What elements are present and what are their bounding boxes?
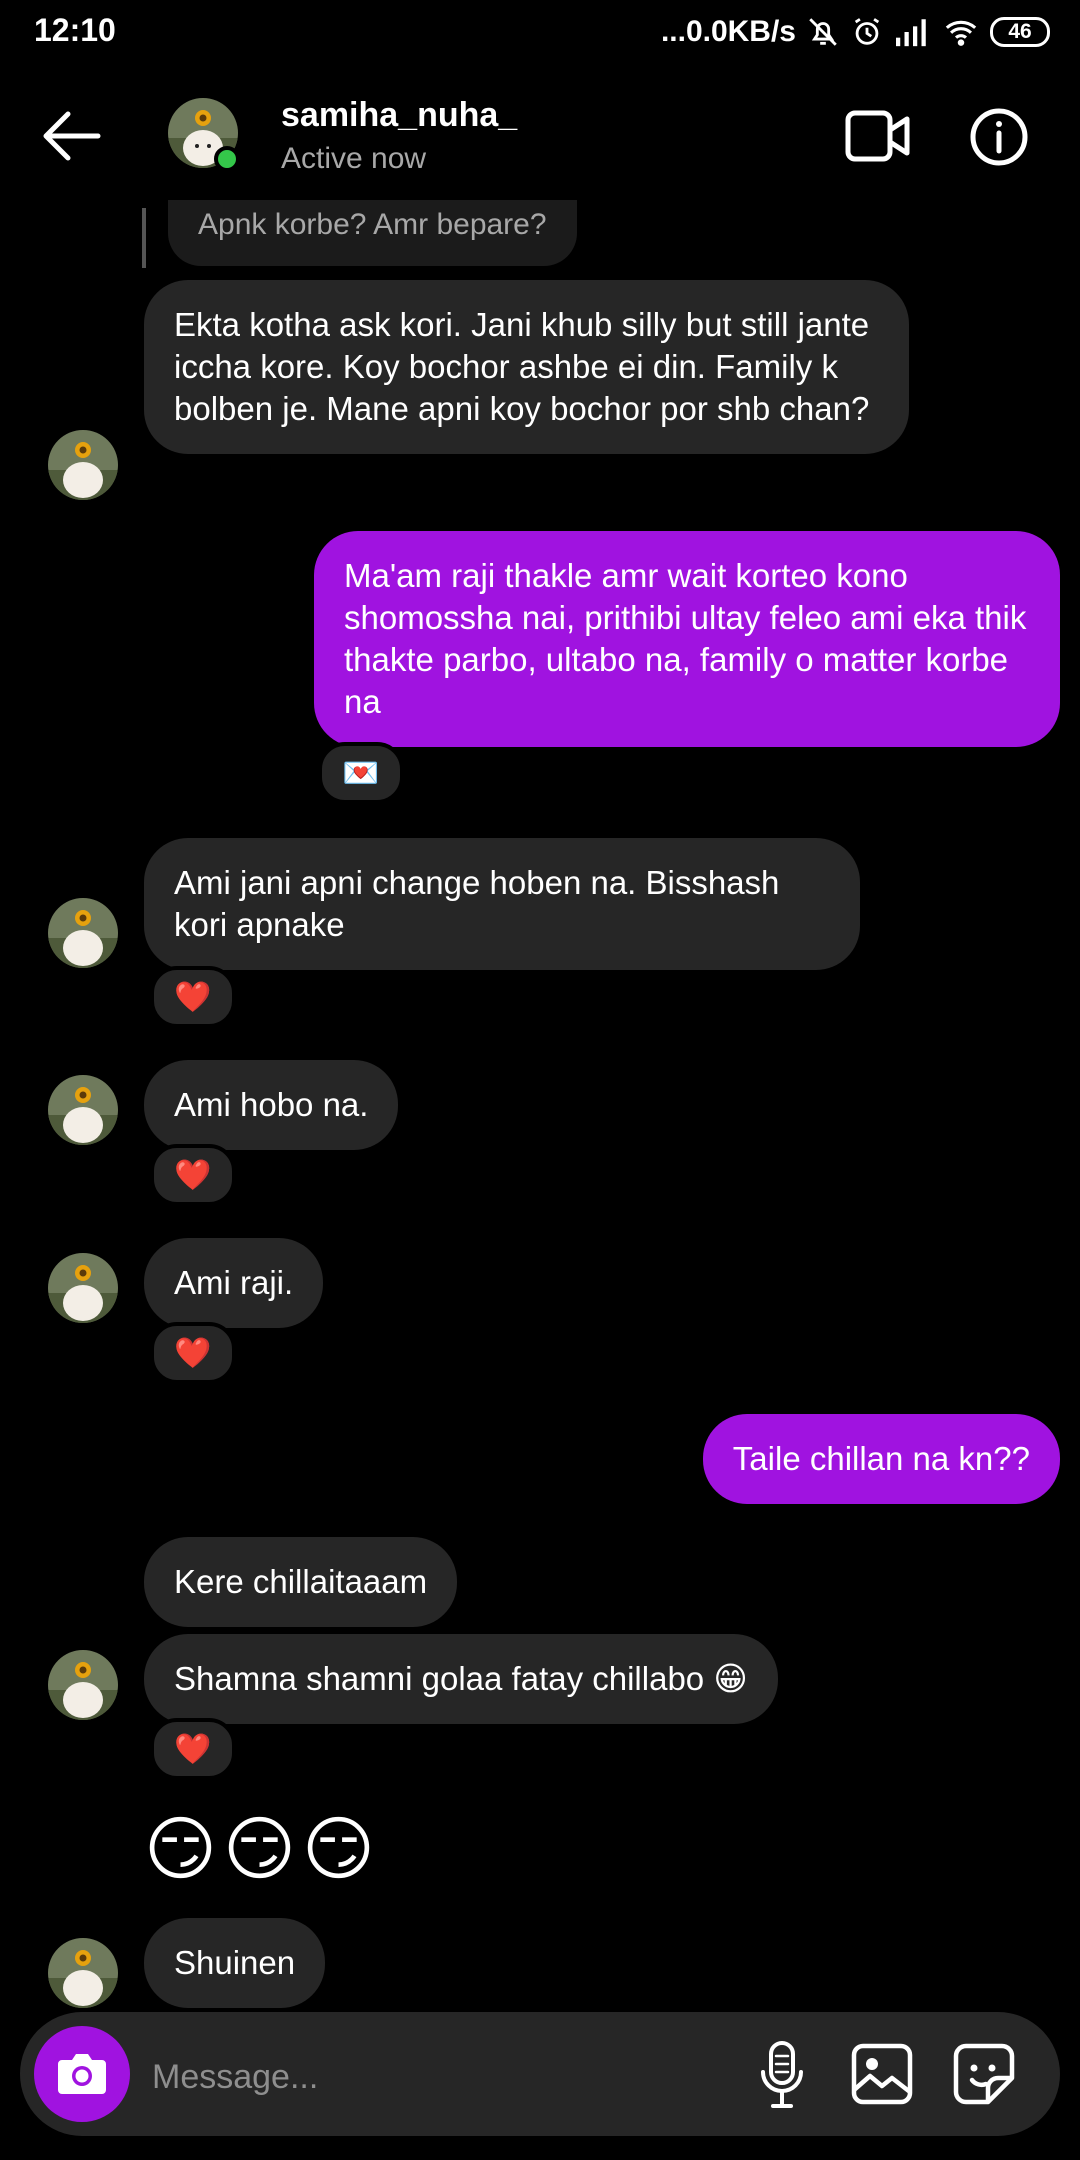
- sent-message[interactable]: Ma'am raji thakle amr wait korteo kono s…: [314, 531, 1060, 747]
- signal-icon: [896, 19, 926, 47]
- alarm-icon: [854, 18, 880, 45]
- info-icon[interactable]: [969, 107, 1029, 167]
- received-message[interactable]: Ami hobo na.: [144, 1060, 399, 1150]
- camera-icon: [58, 2054, 106, 2094]
- sender-avatar[interactable]: [48, 1075, 118, 1145]
- sender-avatar[interactable]: [48, 898, 118, 968]
- microphone-icon[interactable]: [756, 2040, 808, 2110]
- message-reaction[interactable]: ❤️: [150, 1322, 236, 1384]
- received-message[interactable]: Kere chillaitaaam: [144, 1537, 458, 1627]
- sender-avatar[interactable]: [48, 1650, 118, 1720]
- status-icons: ...0.0KB/s 46: [661, 12, 1050, 52]
- message-reaction[interactable]: ❤️: [150, 966, 236, 1028]
- battery-level: 46: [1008, 20, 1032, 43]
- received-message[interactable]: Ami jani apni change hoben na. Bisshash …: [144, 838, 860, 970]
- message-reaction[interactable]: ❤️: [150, 1718, 236, 1780]
- gallery-icon[interactable]: [850, 2042, 914, 2106]
- sent-message[interactable]: Taile chillan na kn??: [702, 1414, 1060, 1504]
- received-message[interactable]: Shamna shamni golaa fatay chillabo 😁: [144, 1634, 778, 1724]
- received-message[interactable]: Shuinen: [144, 1918, 326, 2008]
- sender-avatar[interactable]: [48, 1938, 118, 2008]
- online-indicator: [214, 146, 240, 172]
- battery-icon: 46: [990, 17, 1050, 47]
- emoji-message[interactable]: 😏😏😏: [144, 1808, 381, 1890]
- sender-avatar[interactable]: [48, 1253, 118, 1323]
- network-speed: ...0.0KB/s: [660, 15, 796, 48]
- video-call-icon[interactable]: [845, 108, 911, 164]
- chat-username[interactable]: samiha_nuha_: [281, 96, 517, 135]
- status-time: 12:10: [34, 12, 116, 48]
- replied-message-preview[interactable]: Apnk korbe? Amr bepare?: [168, 200, 577, 266]
- sender-avatar[interactable]: [48, 430, 118, 500]
- received-message[interactable]: Ami raji.: [144, 1238, 324, 1328]
- active-status: Active now: [281, 142, 427, 175]
- back-arrow-icon[interactable]: [40, 108, 104, 164]
- message-reaction[interactable]: 💌: [318, 742, 404, 804]
- sticker-icon[interactable]: [952, 2042, 1016, 2106]
- wifi-icon: [945, 20, 977, 46]
- message-input[interactable]: [150, 2046, 714, 2108]
- camera-button[interactable]: [34, 2026, 130, 2122]
- mute-bell-icon: [809, 18, 837, 46]
- reply-indicator-bar: [142, 208, 146, 268]
- message-reaction[interactable]: ❤️: [150, 1144, 236, 1206]
- received-message[interactable]: Ekta kotha ask kori. Jani khub silly but…: [144, 280, 909, 454]
